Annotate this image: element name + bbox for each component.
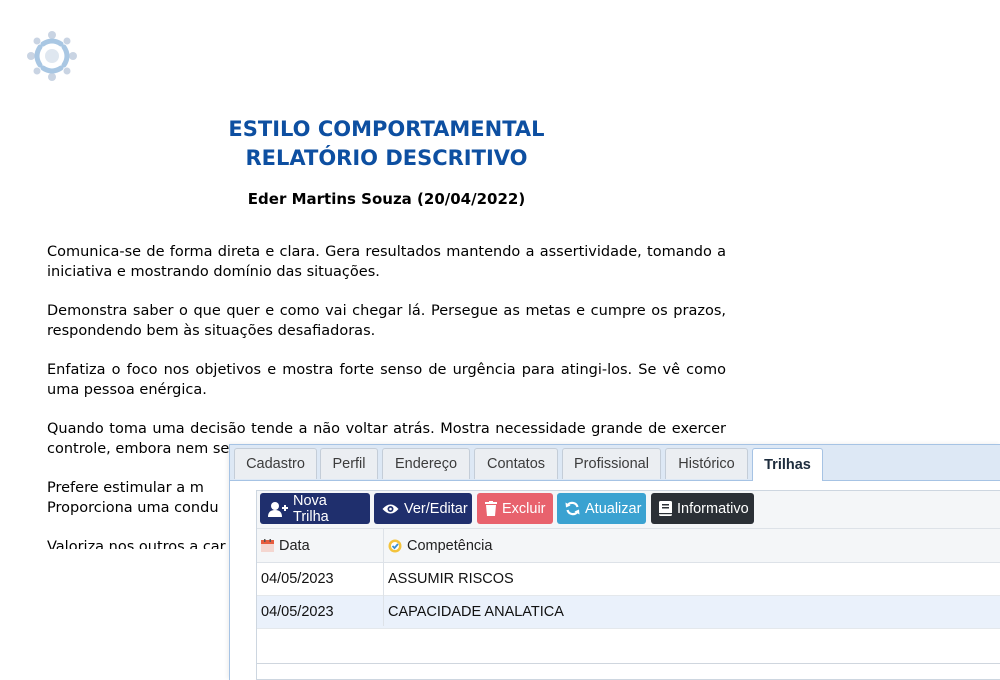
trilhas-panel: Cadastro Perfil Endereço Contatos Profis… bbox=[229, 444, 1000, 680]
report-title: ESTILO COMPORTAMENTAL RELATÓRIO DESCRITI… bbox=[47, 115, 726, 173]
refresh-label: Atualizar bbox=[585, 500, 642, 517]
refresh-button[interactable]: Atualizar bbox=[557, 493, 646, 524]
report-subject: Eder Martins Souza (20/04/2022) bbox=[247, 190, 526, 208]
add-user-icon bbox=[268, 501, 288, 517]
grid-header: Data Competência bbox=[257, 529, 1000, 563]
tab-cadastro[interactable]: Cadastro bbox=[234, 448, 317, 479]
report-paragraph: Demonstra saber o que quer e como vai ch… bbox=[47, 303, 726, 339]
tab-bar: Cadastro Perfil Endereço Contatos Profis… bbox=[230, 445, 1000, 481]
view-edit-button[interactable]: Ver/Editar bbox=[374, 493, 472, 524]
informative-label: Informativo bbox=[677, 500, 749, 517]
report-paragraph-line: Proporciona uma condu bbox=[47, 499, 219, 516]
grid-bottom-border bbox=[257, 663, 1000, 664]
calendar-icon bbox=[261, 539, 274, 552]
report-paragraph: Enfatiza o foco nos objetivos e mostra f… bbox=[47, 362, 726, 398]
column-header-date[interactable]: Data bbox=[261, 529, 310, 562]
trails-grid: Data Competência 04/05/2023 ASSUMIR RISC… bbox=[257, 529, 1000, 629]
report-title-line2: RELATÓRIO DESCRITIVO bbox=[245, 146, 528, 170]
new-trail-button[interactable]: Nova Trilha bbox=[260, 492, 370, 525]
report-title-line1: ESTILO COMPORTAMENTAL bbox=[228, 117, 545, 141]
column-header-competence-label: Competência bbox=[407, 537, 493, 554]
column-divider bbox=[383, 529, 384, 626]
tab-contatos[interactable]: Contatos bbox=[474, 448, 558, 479]
date-cell: 04/05/2023 bbox=[261, 604, 334, 620]
report-paragraph-line: Prefere estimular a m bbox=[47, 480, 204, 496]
eye-icon bbox=[382, 504, 399, 513]
column-header-competence[interactable]: Competência bbox=[388, 529, 492, 562]
informative-button[interactable]: Informativo bbox=[651, 493, 754, 524]
date-cell: 04/05/2023 bbox=[261, 571, 334, 587]
trash-icon bbox=[485, 501, 497, 516]
tab-historico[interactable]: Histórico bbox=[665, 448, 748, 479]
view-edit-label: Ver/Editar bbox=[404, 500, 468, 517]
book-icon bbox=[659, 501, 672, 516]
column-header-date-label: Data bbox=[279, 537, 310, 554]
competence-icon bbox=[388, 539, 402, 552]
trilhas-content: Nova Trilha Ver/Editar Excluir Atualizar… bbox=[256, 490, 1000, 680]
competence-cell: ASSUMIR RISCOS bbox=[388, 571, 514, 587]
competence-cell: CAPACIDADE ANALATICA bbox=[388, 604, 564, 620]
tab-trilhas[interactable]: Trilhas bbox=[752, 448, 823, 481]
delete-button[interactable]: Excluir bbox=[477, 493, 553, 524]
toolbar: Nova Trilha Ver/Editar Excluir Atualizar… bbox=[257, 491, 1000, 529]
report-paragraph: Comunica-se de forma direta e clara. Ger… bbox=[47, 244, 726, 280]
tab-endereco[interactable]: Endereço bbox=[382, 448, 470, 479]
new-trail-label: Nova Trilha bbox=[293, 492, 329, 525]
delete-label: Excluir bbox=[502, 500, 546, 517]
table-row[interactable]: 04/05/2023 CAPACIDADE ANALATICA bbox=[257, 596, 1000, 629]
tab-perfil[interactable]: Perfil bbox=[320, 448, 378, 479]
company-logo-icon bbox=[26, 30, 78, 82]
tab-profissional[interactable]: Profissional bbox=[562, 448, 661, 479]
table-row[interactable]: 04/05/2023 ASSUMIR RISCOS bbox=[257, 563, 1000, 596]
refresh-icon bbox=[565, 501, 580, 516]
